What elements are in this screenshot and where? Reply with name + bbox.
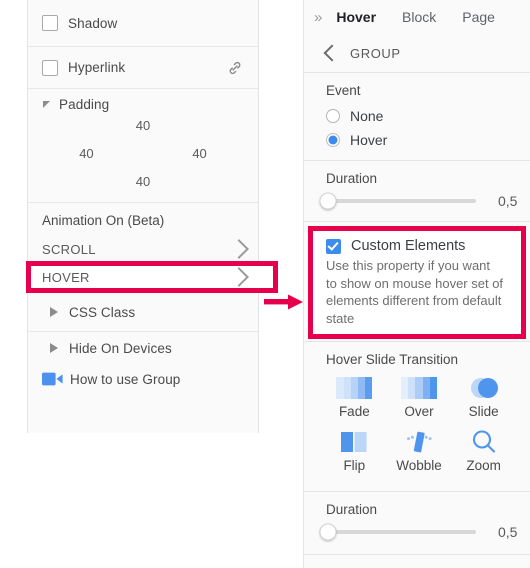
- chevron-right-icon: [229, 239, 249, 259]
- transition-option-wobble[interactable]: Wobble: [387, 427, 452, 473]
- css-class-row[interactable]: CSS Class: [28, 293, 258, 332]
- padding-label: Padding: [59, 97, 110, 112]
- animation-row-scroll[interactable]: SCROLL: [28, 236, 258, 262]
- duration-slider-bottom[interactable]: 0,5: [319, 523, 530, 541]
- shadow-row[interactable]: Shadow: [28, 0, 258, 47]
- transition-title: Hover Slide Transition: [326, 352, 459, 367]
- padding-right-value[interactable]: 40: [192, 146, 206, 161]
- event-option-none[interactable]: None: [326, 104, 530, 128]
- flip-panels-icon: [337, 427, 371, 457]
- magnifier-icon: [469, 427, 499, 457]
- padding-bottom-value[interactable]: 40: [136, 174, 150, 189]
- hyperlink-row[interactable]: Hyperlink: [28, 47, 258, 89]
- animation-section: Animation On (Beta) SCROLL HOVER: [26, 203, 278, 293]
- duration-section-bottom: Duration 0,5: [304, 492, 530, 555]
- red-arrow-annotation: [264, 293, 304, 311]
- breadcrumb[interactable]: GROUP: [304, 34, 530, 72]
- custom-elements-inner: Custom Elements Use this property if you…: [304, 222, 530, 341]
- hide-on-devices-row[interactable]: Hide On Devices: [42, 332, 244, 364]
- wobble-icon: [399, 427, 439, 457]
- animation-row-hover[interactable]: HOVER: [28, 266, 258, 288]
- video-camera-icon: [42, 372, 63, 386]
- fade-bars-icon: [336, 373, 373, 403]
- duration-slider-top[interactable]: 0,5: [319, 192, 530, 210]
- tab-bar: » Hover Block Page: [304, 0, 530, 34]
- how-to-use-group-label: How to use Group: [70, 371, 181, 387]
- how-to-use-group-row[interactable]: How to use Group: [42, 364, 244, 394]
- padding-section: Padding 40 40 40 40: [28, 89, 258, 203]
- tab-page[interactable]: Page: [462, 9, 495, 25]
- duration-section-top: Duration 0,5: [304, 161, 530, 222]
- hover-label: HOVER: [42, 269, 90, 285]
- custom-elements-row[interactable]: Custom Elements: [326, 238, 514, 254]
- transition-label-flip: Flip: [343, 458, 366, 473]
- link-icon[interactable]: [226, 59, 244, 77]
- shadow-label: Shadow: [68, 15, 118, 31]
- slider-knob[interactable]: [319, 523, 337, 541]
- duration-value-bottom: 0,5: [498, 524, 518, 540]
- left-settings-panel: Shadow Hyperlink Padding 40 40 40 40 Ani…: [26, 0, 278, 433]
- transition-option-zoom[interactable]: Zoom: [451, 427, 516, 473]
- event-none-label: None: [350, 108, 384, 124]
- animation-title: Animation On (Beta): [42, 213, 165, 228]
- screenshot-root: Shadow Hyperlink Padding 40 40 40 40 Ani…: [0, 0, 530, 568]
- custom-elements-checkbox[interactable]: [326, 238, 341, 254]
- hyperlink-checkbox[interactable]: [42, 59, 58, 76]
- tab-hover[interactable]: Hover: [336, 9, 376, 25]
- event-option-hover[interactable]: Hover: [326, 128, 530, 152]
- transition-label-over: Over: [404, 404, 434, 419]
- tab-block[interactable]: Block: [402, 9, 436, 25]
- slider-track[interactable]: [319, 192, 476, 210]
- duration-title-bottom: Duration: [326, 502, 378, 517]
- padding-header[interactable]: Padding: [42, 97, 244, 112]
- hyperlink-label: Hyperlink: [68, 60, 126, 75]
- duration-value-top: 0,5: [498, 193, 518, 209]
- padding-left-value[interactable]: 40: [79, 146, 93, 161]
- custom-elements-section: Custom Elements Use this property if you…: [304, 222, 530, 342]
- custom-elements-description: Use this property if you want to show on…: [326, 258, 504, 326]
- hide-on-devices-label: Hide On Devices: [69, 340, 172, 356]
- slider-track[interactable]: [319, 523, 476, 541]
- transition-option-slide[interactable]: Slide: [451, 373, 516, 419]
- panel-header: » Hover Block Page GROUP: [304, 0, 530, 73]
- triangle-right-icon: [50, 307, 58, 317]
- event-title: Event: [326, 83, 361, 98]
- chevron-right-icon: [229, 267, 249, 287]
- custom-elements-label: Custom Elements: [351, 238, 466, 254]
- radio-none[interactable]: [326, 109, 340, 123]
- transition-option-flip[interactable]: Flip: [322, 427, 387, 473]
- scroll-label: SCROLL: [42, 241, 96, 257]
- duration-title-top: Duration: [326, 171, 378, 186]
- transition-label-slide: Slide: [468, 404, 499, 419]
- transition-label-zoom: Zoom: [466, 458, 501, 473]
- padding-values: 40 40 40 40: [42, 114, 244, 192]
- transition-option-fade[interactable]: Fade: [322, 373, 387, 419]
- event-section: Event None Hover: [304, 73, 530, 161]
- event-hover-label: Hover: [350, 132, 388, 148]
- right-settings-panel: » Hover Block Page GROUP Event None Hove…: [303, 0, 530, 568]
- over-bars-icon: [400, 373, 437, 403]
- hover-slide-transition-section: Hover Slide Transition Fade Over Slide F…: [304, 342, 530, 492]
- transition-label-fade: Fade: [338, 404, 370, 419]
- slide-circles-icon: [467, 373, 501, 403]
- triangle-right-icon: [50, 343, 58, 353]
- breadcrumb-label: GROUP: [350, 45, 401, 61]
- double-chevron-right-icon[interactable]: »: [314, 10, 322, 25]
- transition-label-wobble: Wobble: [396, 458, 442, 473]
- chevron-left-icon[interactable]: [323, 44, 341, 62]
- css-class-label: CSS Class: [69, 304, 136, 320]
- shadow-checkbox[interactable]: [42, 15, 58, 31]
- devices-section: Hide On Devices How to use Group: [28, 332, 258, 394]
- animation-row-hover-wrap: HOVER: [26, 261, 278, 293]
- slider-knob[interactable]: [319, 192, 337, 210]
- padding-top-value[interactable]: 40: [136, 118, 150, 133]
- triangle-down-icon: [43, 101, 50, 108]
- transition-option-over[interactable]: Over: [387, 373, 452, 419]
- transition-grid: Fade Over Slide Flip Wobble Zoom: [304, 373, 530, 481]
- radio-hover[interactable]: [326, 133, 340, 147]
